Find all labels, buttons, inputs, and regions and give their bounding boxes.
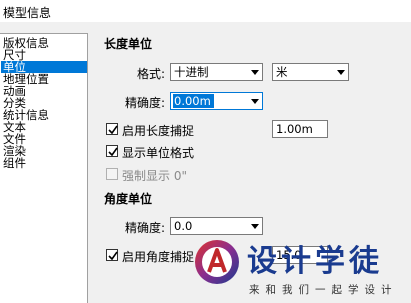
- watermark-subtitle: 来和我们一起学设计: [249, 284, 398, 296]
- format-select[interactable]: 十进制: [170, 63, 263, 81]
- length-precision-label: 精确度:: [125, 96, 166, 110]
- checkmark-icon: [108, 251, 118, 261]
- enable-length-snap-checkbox[interactable]: [106, 123, 118, 135]
- length-snap-value: 1.00m: [276, 122, 313, 136]
- show-unit-format-label[interactable]: 显示单位格式: [122, 144, 194, 161]
- chevron-down-icon: [251, 99, 259, 104]
- watermark-title: 设计学徒: [247, 244, 383, 279]
- force-display-checkbox[interactable]: [106, 168, 118, 180]
- title-bar: 模型信息: [0, 0, 411, 22]
- enable-angle-snap-label[interactable]: 启用角度捕捉: [122, 248, 194, 265]
- format-label: 格式:: [137, 67, 166, 81]
- checkmark-icon: [108, 147, 118, 157]
- chevron-down-icon: [251, 70, 259, 75]
- angle-unit-heading: 角度单位: [104, 192, 153, 206]
- length-unit-heading: 长度单位: [104, 37, 153, 51]
- enable-length-snap-label[interactable]: 启用长度捕捉: [122, 122, 194, 139]
- length-snap-input[interactable]: 1.00m: [272, 120, 328, 138]
- unit-select-value: 米: [276, 65, 288, 79]
- category-list[interactable]: 版权信息 尺寸 单位 地理位置 动画 分类 统计信息 文本 文件 渲染 组件: [0, 33, 88, 303]
- unit-select[interactable]: 米: [272, 63, 349, 81]
- chevron-down-icon: [337, 70, 345, 75]
- format-select-value: 十进制: [174, 65, 209, 79]
- show-unit-format-checkbox[interactable]: [106, 145, 118, 157]
- chevron-down-icon: [251, 224, 259, 229]
- nav-item-components[interactable]: 组件: [1, 157, 87, 169]
- watermark: 设计学徒 来和我们一起学设计: [193, 232, 411, 303]
- length-precision-value: 0.00m: [173, 94, 214, 108]
- checkmark-icon: [108, 125, 118, 135]
- window-title: 模型信息: [3, 6, 52, 20]
- force-display-label[interactable]: 强制显示 0": [122, 167, 187, 184]
- angle-precision-label: 精确度:: [125, 221, 166, 235]
- angle-precision-value: 0.0: [174, 219, 193, 233]
- length-precision-select[interactable]: 0.00m: [170, 92, 263, 110]
- brand-logo-icon: [195, 240, 239, 284]
- enable-angle-snap-checkbox[interactable]: [106, 249, 118, 261]
